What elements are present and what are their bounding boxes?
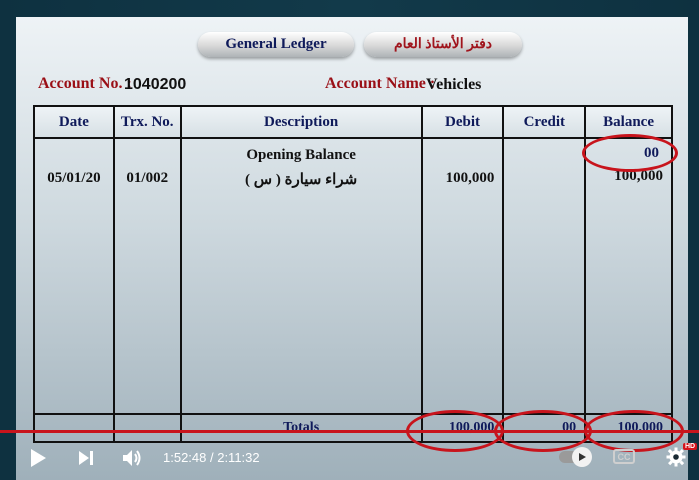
account-name-value: Vehicles <box>426 76 482 93</box>
title-ar: دفتر الأستاذ العام <box>364 32 522 57</box>
row-debit: 100,000 <box>445 170 495 186</box>
volume-icon[interactable] <box>122 448 144 468</box>
totals-label: Totals <box>283 420 320 435</box>
cell-debit: 100,000 <box>420 137 505 415</box>
autoplay-toggle-icon[interactable] <box>572 447 592 467</box>
totals-empty-trx <box>112 413 182 443</box>
col-credit: Credit <box>502 105 587 139</box>
col-description: Description <box>179 105 423 139</box>
player-controls <box>0 440 699 480</box>
col-debit: Debit <box>420 105 505 139</box>
opening-description: Opening Balance <box>246 147 356 163</box>
account-no-value: 1040200 <box>124 76 187 93</box>
hd-badge: HD <box>683 443 698 450</box>
totals-label-cell: Totals <box>179 413 423 443</box>
progress-bar[interactable] <box>0 430 699 433</box>
play-icon[interactable] <box>28 448 48 468</box>
header-row: Date Trx. No. Description Debit Credit B… <box>33 105 673 139</box>
cell-date: 05/01/20 <box>33 137 115 415</box>
captions-icon[interactable]: CC <box>613 449 635 464</box>
cell-description: Opening Balance شراء سيارة ( س ) <box>179 137 423 415</box>
highlight-ring-opening-balance <box>582 134 678 172</box>
table-body: 05/01/20 01/002 Opening Balance شراء سيا… <box>33 137 673 415</box>
next-icon[interactable] <box>76 448 96 468</box>
cell-credit <box>502 137 587 415</box>
account-name-label: Account Name : <box>325 75 436 92</box>
title-en: General Ledger <box>198 32 354 57</box>
row-trx: 01/002 <box>126 170 169 186</box>
col-trx: Trx. No. <box>112 105 182 139</box>
col-date: Date <box>33 105 115 139</box>
cell-balance: 00 100,000 <box>584 137 673 415</box>
ledger-table: Date Trx. No. Description Debit Credit B… <box>33 105 673 443</box>
row-description: شراء سيارة ( س ) <box>245 172 358 188</box>
time-display: 1:52:48 / 2:11:32 <box>163 450 260 465</box>
totals-empty-date <box>33 413 115 443</box>
cell-trx: 01/002 <box>112 137 182 415</box>
row-date: 05/01/20 <box>47 170 101 186</box>
ledger-slide: General Ledger دفتر الأستاذ العام Accoun… <box>16 17 688 480</box>
account-no-label: Account No. : <box>38 75 132 92</box>
